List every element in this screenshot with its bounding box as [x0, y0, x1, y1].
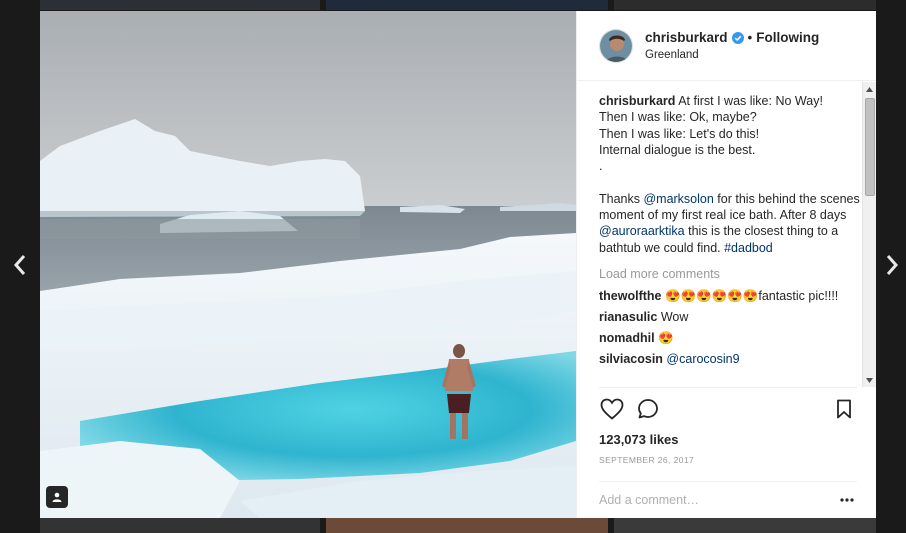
mention-link[interactable]: @marksolon	[643, 192, 713, 206]
caption-username[interactable]: chrisburkard	[599, 94, 675, 108]
scrollbar-thumb[interactable]	[865, 98, 875, 196]
caption: chrisburkard At first I was like: No Way…	[599, 93, 861, 256]
comment-username[interactable]: rianasulic	[599, 310, 657, 324]
chevron-right-icon	[886, 255, 899, 275]
background-post-thumbnail	[40, 0, 320, 10]
likes-count[interactable]: 123,073 likes	[599, 432, 857, 447]
caption-line: At first I was like: No Way!	[678, 94, 823, 108]
caret-down-icon	[866, 377, 873, 383]
avatar-image	[600, 29, 632, 62]
separator-dot: •	[747, 30, 753, 45]
post-sidebar: chrisburkard • Following Greenland chris…	[576, 11, 876, 518]
caption-line: Then I was like: Let's do this!	[599, 126, 760, 141]
post-date[interactable]: September 26, 2017	[599, 455, 857, 465]
comment-item: thewolfthe 😍😍😍😍😍😍fantastic pic!!!!	[599, 288, 861, 304]
comment-text: 😍	[658, 331, 674, 346]
verified-badge-icon	[731, 31, 744, 44]
caret-up-icon	[866, 86, 873, 92]
chevron-left-icon	[13, 255, 26, 275]
like-button[interactable]	[599, 396, 625, 422]
load-more-comments-button[interactable]: Load more comments	[599, 266, 861, 282]
person-icon	[52, 492, 62, 502]
background-post-thumbnail	[614, 518, 876, 533]
speech-bubble-icon	[638, 399, 658, 419]
caption-line: Internal dialogue is the best.	[599, 142, 756, 157]
add-comment-input[interactable]	[599, 493, 837, 507]
comment-item: nomadhil 😍	[599, 330, 861, 346]
comment-button[interactable]	[635, 396, 661, 422]
mention-link[interactable]: @auroraarktika	[599, 224, 685, 238]
background-post-thumbnail	[326, 0, 608, 10]
background-post-thumbnail	[614, 0, 876, 10]
post-header: chrisburkard • Following Greenland	[577, 11, 876, 81]
ice-bath-photo	[40, 11, 576, 518]
post-photo[interactable]	[40, 11, 576, 518]
more-options-button[interactable]	[837, 490, 857, 510]
comment-text: Wow	[660, 310, 689, 325]
avatar[interactable]	[599, 28, 633, 63]
background-post-thumbnail	[40, 518, 320, 533]
location-link[interactable]: Greenland	[645, 49, 819, 61]
heart-icon	[600, 398, 624, 420]
tagged-users-button[interactable]	[46, 486, 68, 508]
comment-username[interactable]: silviacosin	[599, 352, 663, 366]
caption-line: Then I was like: Ok, maybe?	[599, 110, 757, 125]
previous-post-button[interactable]	[8, 250, 32, 280]
post-modal: chrisburkard • Following Greenland chris…	[40, 11, 876, 518]
hashtag-link[interactable]: #dadbod	[724, 241, 773, 255]
comment-username[interactable]: nomadhil	[599, 331, 655, 345]
post-actions: 123,073 likes September 26, 2017	[599, 387, 857, 465]
add-comment-bar	[599, 481, 857, 518]
comment-item: rianasulic Wow	[599, 309, 861, 325]
comment-text: 😍😍😍😍😍😍fantastic pic!!!!	[664, 289, 839, 304]
scroll-down-button[interactable]	[863, 373, 876, 387]
caption-text: Thanks	[599, 191, 644, 206]
bookmark-icon	[837, 399, 851, 419]
ellipsis-icon	[840, 498, 854, 502]
comments-list[interactable]: chrisburkard At first I was like: No Way…	[577, 82, 861, 386]
caption-line: .	[599, 159, 603, 174]
scroll-up-button[interactable]	[863, 82, 876, 96]
next-post-button[interactable]	[880, 250, 904, 280]
comment-username[interactable]: thewolfthe	[599, 289, 662, 303]
save-button[interactable]	[831, 396, 857, 422]
following-button[interactable]: Following	[756, 30, 819, 45]
comments-scrollbar[interactable]	[862, 82, 876, 387]
comment-item: silviacosin @carocosin9	[599, 351, 861, 367]
background-post-thumbnail	[326, 518, 608, 533]
mention-link[interactable]: @carocosin9	[666, 352, 739, 366]
username-link[interactable]: chrisburkard	[645, 30, 728, 45]
